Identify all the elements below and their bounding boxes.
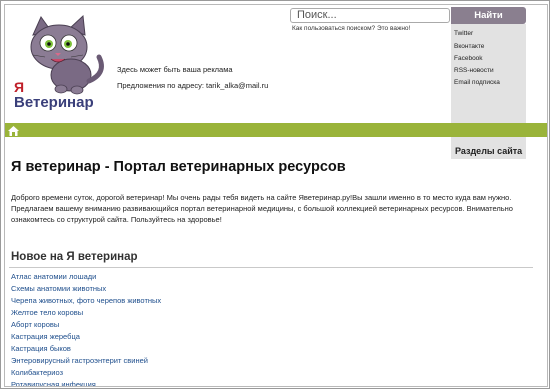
right-panel	[451, 24, 526, 124]
page-title: Я ветеринар - Портал ветеринарных ресурс…	[11, 159, 346, 175]
list-item[interactable]: Колибактериоз	[11, 367, 161, 379]
list-item[interactable]: Желтое тело коровы	[11, 307, 161, 319]
list-item[interactable]: Ротавирусная инфекция	[11, 379, 161, 386]
divider	[9, 267, 533, 268]
page: Я Ветеринар Здесь может быть ваша реклам…	[4, 4, 548, 387]
new-section-title: Новое на Я ветеринар	[11, 251, 138, 263]
nav-bar	[5, 123, 547, 137]
logo-text-name: Ветеринар	[14, 94, 94, 111]
search-input[interactable]: Поиск...	[290, 8, 450, 23]
site-logo[interactable]: Я Ветеринар	[11, 13, 111, 111]
list-item[interactable]: Схемы анатомии животных	[11, 283, 161, 295]
ad-text: Здесь может быть ваша реклама	[117, 65, 233, 74]
search-button[interactable]: Найти	[451, 7, 526, 24]
sections-title: Разделы сайта	[455, 146, 523, 156]
social-link-rss[interactable]: RSS-новости	[454, 67, 494, 74]
social-link-vkontakte[interactable]: Вконтакте	[454, 43, 484, 50]
list-item[interactable]: Кастрация быков	[11, 343, 161, 355]
social-link-email[interactable]: Email подписка	[454, 79, 500, 86]
social-link-facebook[interactable]: Facebook	[454, 55, 483, 62]
search-help-link[interactable]: Как пользоваться поиском? Это важно!	[292, 25, 410, 32]
home-icon[interactable]	[7, 124, 20, 136]
list-item[interactable]: Кастрация жеребца	[11, 331, 161, 343]
list-item[interactable]: Аборт коровы	[11, 319, 161, 331]
list-item[interactable]: Энтеровирусный гастроэнтерит свиней	[11, 355, 161, 367]
intro-text: Доброго времени суток, дорогой ветеринар…	[11, 193, 513, 225]
list-item[interactable]: Черепа животных, фото черепов животных	[11, 295, 161, 307]
ad-contact: Предложения по адресу: tarik_alka@mail.r…	[117, 81, 269, 90]
new-items-list: Атлас анатомии лошади Схемы анатомии жив…	[11, 271, 161, 386]
cat-logo-icon: Я Ветеринар	[14, 14, 104, 111]
logo-text-ya: Я	[14, 79, 24, 95]
list-item[interactable]: Атлас анатомии лошади	[11, 271, 161, 283]
social-link-twitter[interactable]: Twitter	[454, 30, 473, 37]
